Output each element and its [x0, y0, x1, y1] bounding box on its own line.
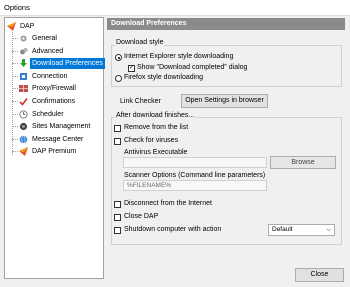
- tree-item-label: General: [32, 35, 57, 42]
- window-titlebar: Options: [0, 0, 350, 16]
- check-viruses-label[interactable]: Check for viruses: [124, 137, 178, 144]
- options-tree[interactable]: DAP General Advanced Download Preferences C…: [4, 17, 105, 279]
- tree-connector: [12, 88, 18, 90]
- download-style-title: Download style: [115, 39, 165, 46]
- tree-connector: [12, 151, 18, 153]
- tree-item-label: Sites Management: [32, 123, 91, 131]
- tree-connector: [12, 113, 18, 115]
- antivirus-path-field[interactable]: [123, 157, 267, 168]
- ie-style-radio[interactable]: [115, 54, 122, 61]
- shutdown-action-select[interactable]: Default ⌵: [268, 224, 335, 236]
- tree-item-label: DAP Premium: [32, 148, 77, 156]
- tree-connector: [12, 38, 18, 39]
- scanner-options-label: Scanner Options (Command line parameters…: [124, 172, 266, 179]
- remove-from-list-checkbox[interactable]: [114, 125, 121, 132]
- show-dialog-checkbox[interactable]: ✓: [128, 65, 135, 72]
- connection-icon: [20, 72, 27, 80]
- checkmark-icon: [19, 98, 28, 106]
- close-button[interactable]: Close: [295, 268, 344, 282]
- shutdown-checkbox[interactable]: [114, 227, 121, 234]
- browse-button[interactable]: Browse: [270, 156, 336, 169]
- tree-item-label: Proxy/Firewall: [32, 85, 76, 93]
- sites-icon: [19, 123, 28, 131]
- check-viruses-checkbox[interactable]: [114, 138, 121, 145]
- link-checker-label: Link Checker: [120, 98, 161, 105]
- tree-connector: [12, 126, 18, 128]
- ie-style-label[interactable]: Internet Explorer style downloading: [124, 53, 233, 60]
- tree-item-label: Confirmations: [32, 98, 76, 105]
- tree-item-label: Connection: [32, 72, 68, 80]
- open-settings-button[interactable]: Open Settings in browser: [181, 94, 268, 108]
- window-title: Options: [4, 3, 30, 12]
- close-dap-label[interactable]: Close DAP: [124, 213, 158, 220]
- panel-header: Download Preferences: [107, 18, 345, 30]
- firewall-icon: [19, 85, 28, 93]
- tree-root-label: DAP: [20, 23, 35, 30]
- tree-item-label: Scheduler: [32, 110, 64, 118]
- after-download-title: After download finishes...: [115, 112, 196, 119]
- scanner-options-field[interactable]: %FILENAME%: [123, 180, 267, 191]
- gears-icon: [20, 47, 28, 55]
- tree-connector: [12, 63, 18, 65]
- shutdown-action-value: Default: [272, 226, 293, 233]
- show-dialog-label[interactable]: Show "Download completed" dialog: [137, 64, 247, 71]
- tree-connector: [12, 50, 18, 52]
- close-dap-checkbox[interactable]: [114, 214, 121, 221]
- tree-connector: [12, 101, 18, 102]
- tree-item-label: Download Preferences: [30, 58, 105, 70]
- dap-logo-icon: [7, 22, 16, 31]
- tree-connector: [12, 75, 18, 77]
- gear-icon: [20, 35, 27, 42]
- antivirus-label: Antivirus Executable: [124, 149, 188, 156]
- shutdown-label[interactable]: Shutdown computer with action: [124, 226, 221, 233]
- download-arrow-icon: [20, 59, 27, 68]
- tree-item-label: Advanced: [32, 47, 64, 55]
- disconnect-label[interactable]: Disconnect from the Internet: [124, 200, 212, 207]
- remove-from-list-label[interactable]: Remove from the list: [124, 124, 188, 131]
- tree-connector: [12, 138, 18, 140]
- disconnect-checkbox[interactable]: [114, 201, 121, 208]
- tree-item-label: Message Center: [32, 135, 84, 143]
- clock-icon: [19, 110, 28, 119]
- firefox-style-label[interactable]: Firefox style downloading: [124, 74, 203, 81]
- firefox-style-radio[interactable]: [115, 75, 122, 82]
- globe-icon: [19, 135, 28, 144]
- premium-icon: [19, 147, 28, 157]
- browse-button-label: Browse: [291, 159, 315, 166]
- chevron-down-icon: ⌵: [326, 227, 331, 233]
